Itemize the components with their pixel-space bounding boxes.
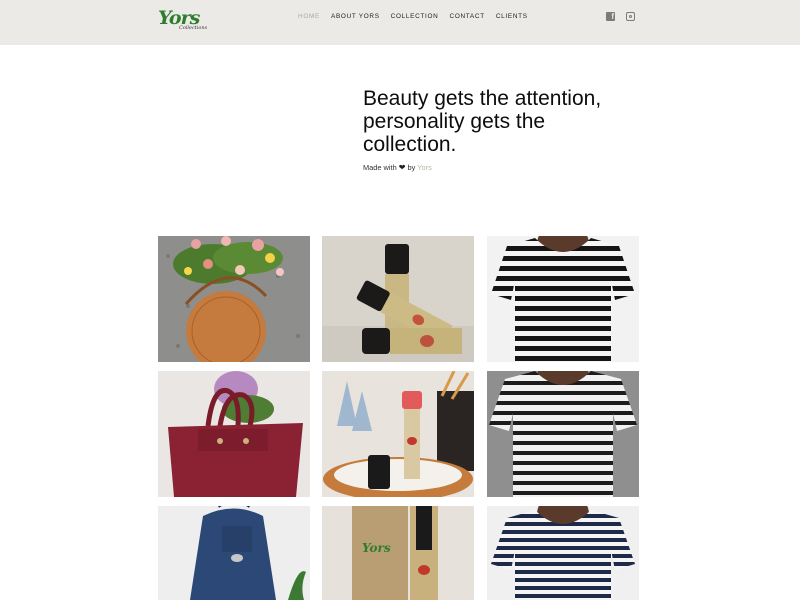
striped-tee-image [487,236,639,362]
gallery-item-tint-rollers[interactable] [322,236,474,362]
by-text: by [407,163,416,172]
hero-title: Beauty gets the attention, personality g… [363,87,602,156]
tan-bag-image [158,236,310,362]
burgundy-tote-image [158,371,310,497]
instagram-icon[interactable] [626,12,635,21]
yors-logo[interactable]: Yors Collections [158,7,208,36]
navy-striped-tee-image [487,506,639,600]
gallery-item-striped-tee-2[interactable] [487,371,639,497]
tint-rollers-image [322,236,474,362]
nav-home[interactable]: HOME [298,13,320,26]
brand-link[interactable]: Yors [417,163,432,172]
gallery-item-tan-bag[interactable] [158,236,310,362]
site-header: Yors Collections HOME ABOUT YORS COLLECT… [0,0,800,45]
main-nav: HOME ABOUT YORS COLLECTION CONTACT CLIEN… [298,13,539,26]
gallery-item-striped-tee[interactable] [487,236,639,362]
gallery-item-navy-backpack[interactable] [158,506,310,600]
gallery-item-burgundy-tote[interactable] [158,371,310,497]
nav-about-yors[interactable]: ABOUT YORS [331,13,380,26]
gel-tint-box-image: Yors [322,506,474,600]
striped-tee-2-image [487,371,639,497]
nav-clients[interactable]: CLIENTS [496,13,528,26]
facebook-icon[interactable]: f [606,12,615,21]
made-with-text: Made with [363,163,397,172]
navy-backpack-image [158,506,310,600]
nav-contact[interactable]: CONTACT [450,13,485,26]
gallery-item-gel-tint-box[interactable]: Yors [322,506,474,600]
made-with-line: Made with ❤ by Yors [363,163,432,172]
tint-bottle-image [322,371,474,497]
gallery-item-tint-bottle[interactable] [322,371,474,497]
gallery-item-navy-striped-tee[interactable] [487,506,639,600]
logo-subtitle: Collections [179,25,208,31]
svg-text:Yors: Yors [362,541,391,555]
nav-collection[interactable]: COLLECTION [391,13,439,26]
heart-icon: ❤ [398,163,406,172]
